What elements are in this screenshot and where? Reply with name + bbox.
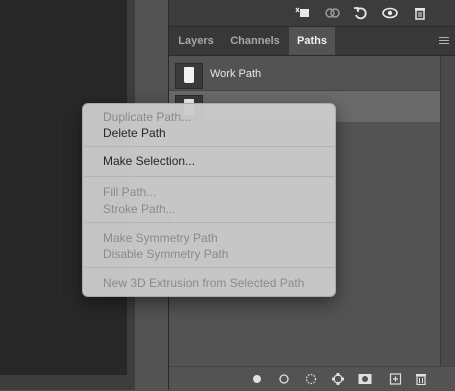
menu-item-make-selection[interactable]: Make Selection... (103, 154, 195, 168)
panel-scrollbar[interactable] (440, 56, 455, 366)
link-icon[interactable] (323, 4, 341, 22)
tab-layers[interactable]: Layers (171, 27, 221, 55)
tab-channels[interactable]: Channels (225, 27, 285, 55)
menu-item-duplicate-path[interactable]: Duplicate Path... (103, 110, 191, 124)
panel-bottom-toolbar (169, 366, 455, 391)
delete-path-icon[interactable] (414, 373, 428, 386)
menu-item-make-symmetry-path[interactable]: Make Symmetry Path (103, 231, 218, 245)
path-name: Work Path (210, 68, 262, 80)
work-path-icon[interactable] (331, 373, 345, 385)
menu-item-disable-symmetry-path[interactable]: Disable Symmetry Path (103, 247, 228, 261)
panel-tabs: Layers Channels Paths (169, 27, 455, 56)
eye-icon[interactable] (381, 4, 399, 22)
menu-item-stroke-path[interactable]: Stroke Path... (103, 202, 176, 216)
menu-item-new-3d-extrusion[interactable]: New 3D Extrusion from Selected Path (103, 276, 304, 290)
menu-divider (84, 267, 334, 268)
fill-path-icon[interactable] (250, 373, 264, 385)
undo-icon[interactable] (352, 4, 370, 22)
context-menu: Duplicate Path... Delete Path Make Selec… (82, 103, 336, 297)
new-path-icon[interactable] (389, 373, 403, 385)
selection-to-path-icon[interactable] (304, 373, 318, 385)
menu-divider (84, 176, 334, 177)
menu-divider (84, 222, 334, 223)
load-selection-icon[interactable] (294, 4, 312, 22)
add-mask-icon[interactable] (358, 373, 372, 385)
trash-icon[interactable] (411, 4, 429, 22)
canvas-bottom-bar (0, 375, 135, 390)
menu-item-delete-path[interactable]: Delete Path (103, 126, 166, 140)
panel-menu-icon[interactable] (439, 37, 449, 45)
menu-divider (84, 146, 334, 147)
menu-item-fill-path[interactable]: Fill Path... (103, 185, 156, 199)
panel-top-toolbar (169, 0, 455, 27)
path-row-work-path[interactable]: Work Path (169, 59, 440, 90)
path-thumbnail (175, 63, 203, 89)
tab-paths[interactable]: Paths (289, 27, 335, 55)
stroke-path-icon[interactable] (277, 373, 291, 385)
